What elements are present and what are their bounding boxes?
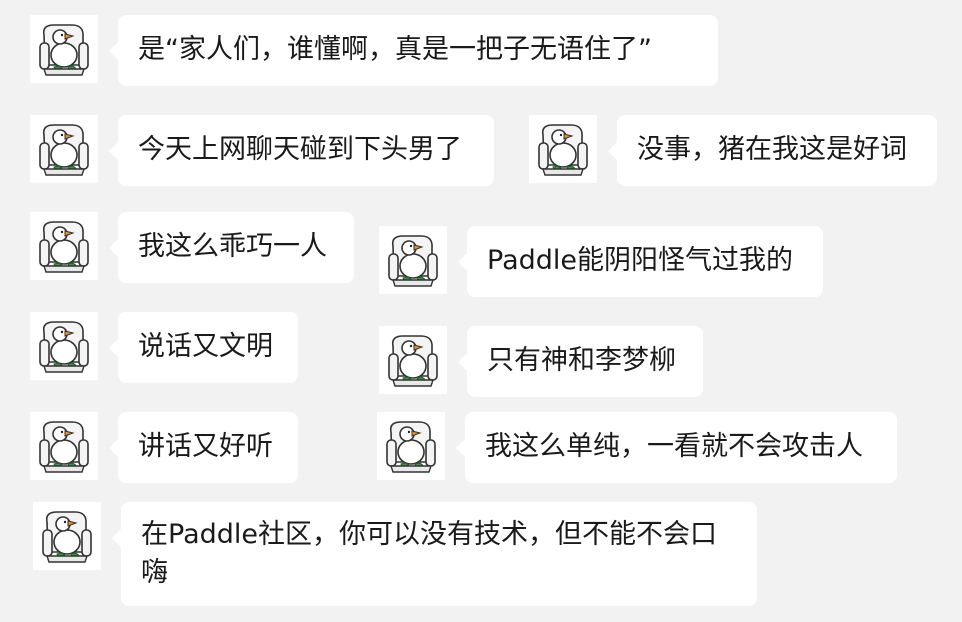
user-avatar[interactable] [379,226,447,294]
goose-on-toilet-icon [33,502,101,570]
goose-on-toilet-icon [379,226,447,294]
user-avatar[interactable] [30,115,98,183]
user-avatar[interactable] [30,212,98,280]
message-bubble: 我这么单纯，一看就不会攻击人 [456,412,897,483]
message-bubble: 说话又文明 [109,312,298,383]
message-bubble: 在Paddle社区，你可以没有技术，但不能不会口嗨 [112,502,757,606]
goose-on-toilet-icon [30,212,98,280]
message-bubble: 我这么乖巧一人 [109,212,354,283]
message-bubble: 讲话又好听 [109,412,298,483]
user-avatar[interactable] [529,115,597,183]
message-text: 讲话又好听 [138,431,273,462]
message-text: 今天上网聊天碰到下头男了 [138,134,462,165]
message-text: 只有神和李梦柳 [487,345,676,376]
user-avatar[interactable] [30,15,98,83]
message-text: 说话又文明 [138,331,273,362]
goose-on-toilet-icon [30,115,98,183]
goose-on-toilet-icon [30,412,98,480]
message-text: 是“家人们，谁懂啊，真是一把子无语住了” [138,34,652,65]
user-avatar[interactable] [379,326,447,394]
message-text: 我这么乖巧一人 [138,231,327,262]
goose-on-toilet-icon [30,312,98,380]
message-bubble: 只有神和李梦柳 [458,326,703,397]
user-avatar[interactable] [377,412,445,480]
user-avatar[interactable] [30,312,98,380]
message-text: 我这么单纯，一看就不会攻击人 [485,431,863,462]
goose-on-toilet-icon [379,326,447,394]
message-bubble: Paddle能阴阳怪气过我的 [458,226,823,297]
user-avatar[interactable] [33,502,101,570]
message-text: Paddle能阴阳怪气过我的 [487,245,794,276]
message-text: 没事，猪在我这是好词 [637,134,907,165]
message-text: 在Paddle社区，你可以没有技术，但不能不会口嗨 [141,519,718,588]
message-bubble: 今天上网聊天碰到下头男了 [109,115,494,186]
goose-on-toilet-icon [529,115,597,183]
user-avatar[interactable] [30,412,98,480]
goose-on-toilet-icon [30,15,98,83]
message-bubble: 没事，猪在我这是好词 [608,115,937,186]
goose-on-toilet-icon [377,412,445,480]
message-bubble: 是“家人们，谁懂啊，真是一把子无语住了” [109,15,718,86]
